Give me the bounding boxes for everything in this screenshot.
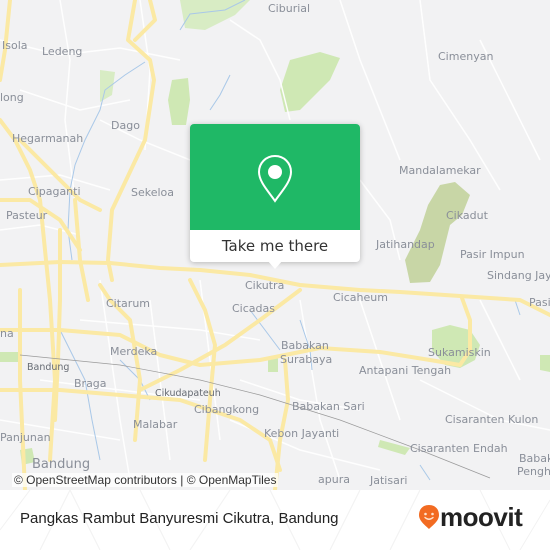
- place-label: Cicadas: [232, 302, 275, 315]
- place-label: Ledeng: [42, 45, 83, 58]
- map-view[interactable]: Isola Ledeng Ciburial Cimenyan long Dago…: [0, 0, 550, 490]
- place-label: Cikutra: [245, 279, 285, 292]
- moovit-wordmark: moovit: [440, 502, 523, 532]
- place-label: Citarum: [106, 297, 150, 310]
- place-label: Cibangkong: [194, 403, 260, 416]
- place-label: Malabar: [133, 418, 178, 431]
- place-label: Cisaranten Kulon: [445, 413, 539, 426]
- place-label: Kebon Jayanti: [264, 427, 340, 440]
- place-label: Cicaheum: [333, 291, 388, 304]
- place-label: Braga: [74, 377, 107, 390]
- popup-pointer: [267, 260, 283, 269]
- place-label: long: [0, 91, 24, 104]
- location-title: Pangkas Rambut Banyuresmi Cikutra, Bandu…: [20, 510, 339, 527]
- place-label: Babakan: [281, 339, 329, 352]
- map-pin-icon: [257, 154, 293, 203]
- place-label: Sekeloa: [131, 186, 175, 199]
- place-label: Cimenyan: [438, 50, 494, 63]
- place-label: Bandung: [27, 362, 70, 373]
- place-label: Cipaganti: [28, 185, 81, 198]
- popup-header: [190, 124, 360, 230]
- place-label: Isola: [2, 39, 28, 52]
- footer-bar: Pangkas Rambut Banyuresmi Cikutra, Bandu…: [0, 490, 550, 550]
- place-label: apura: [318, 473, 350, 486]
- park-area: [168, 78, 190, 125]
- place-label: Cikudapateuh: [155, 388, 221, 399]
- place-label: Jatisari: [370, 474, 408, 487]
- place-label: Ciburial: [268, 2, 311, 15]
- place-label: na: [0, 327, 14, 340]
- place-label: Babakan Sari: [292, 400, 365, 413]
- location-popup[interactable]: Take me there: [190, 124, 360, 269]
- place-label: Panjunan: [0, 431, 51, 444]
- park-area: [100, 70, 115, 102]
- place-label: Jatihandap: [376, 238, 435, 251]
- park-area: [0, 352, 18, 362]
- place-label: Cikadut: [446, 209, 488, 222]
- take-me-there-button[interactable]: Take me there: [190, 230, 360, 262]
- place-label: Mandalamekar: [399, 164, 481, 177]
- park-area: [378, 440, 410, 455]
- place-label: Sukamiskin: [428, 346, 491, 359]
- place-label: Pasteur: [6, 209, 48, 222]
- place-label: Pasir Impun: [460, 248, 525, 261]
- park-area: [280, 52, 340, 112]
- place-label: Pengh: [517, 465, 550, 478]
- place-label: Bandung: [32, 457, 91, 472]
- map-attribution[interactable]: © OpenStreetMap contributors | © OpenMap…: [12, 473, 279, 487]
- park-area: [540, 355, 550, 372]
- place-label: Merdeka: [110, 345, 158, 358]
- moovit-logo[interactable]: moovit: [418, 502, 523, 532]
- place-label: Dago: [111, 119, 140, 132]
- park-area: [405, 182, 470, 283]
- place-label: Pasi: [529, 296, 550, 309]
- place-label: Surabaya: [280, 353, 333, 366]
- moovit-smiley-pin-icon: [419, 505, 439, 529]
- place-label: Babak: [519, 452, 550, 465]
- place-label: Sindang Jaya: [487, 269, 550, 282]
- place-label: Cisaranten Endah: [410, 442, 508, 455]
- place-label: Antapani Tengah: [359, 364, 452, 377]
- place-label: Hegarmanah: [12, 132, 84, 145]
